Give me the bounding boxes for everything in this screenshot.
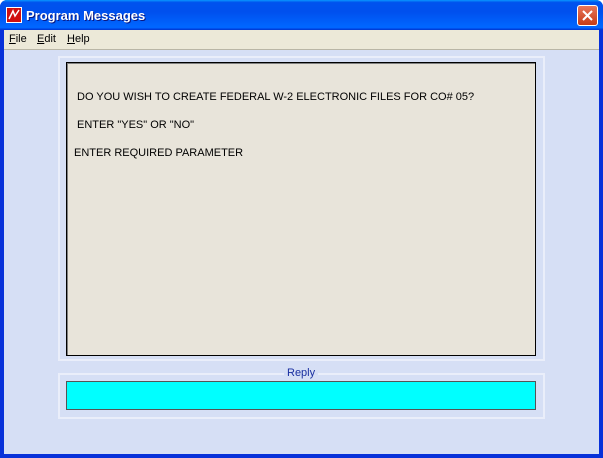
menu-edit-label: dit	[44, 33, 56, 45]
menu-edit[interactable]: Edit	[37, 33, 56, 45]
menu-file[interactable]: File	[9, 33, 27, 45]
app-icon[interactable]	[6, 7, 22, 23]
menu-bar: File Edit Help	[4, 30, 599, 50]
close-icon	[582, 10, 593, 21]
close-button[interactable]	[577, 5, 598, 26]
menu-file-label: ile	[15, 33, 27, 45]
window-title: Program Messages	[26, 8, 146, 23]
message-line: DO YOU WISH TO CREATE FEDERAL W-2 ELECTR…	[77, 91, 475, 103]
title-bar[interactable]: Program Messages	[0, 0, 603, 30]
reply-label: Reply	[284, 367, 319, 379]
message-line: ENTER REQUIRED PARAMETER	[74, 147, 244, 159]
message-line: ENTER "YES" OR "NO"	[77, 119, 195, 131]
menu-help-label: elp	[74, 33, 90, 45]
reply-input[interactable]	[66, 381, 536, 410]
menu-help-mnemonic: H	[67, 33, 75, 45]
program-messages-window: Program Messages File Edit Help DO YOU W…	[0, 0, 603, 458]
client-area: File Edit Help DO YOU WISH TO CREATE FED…	[4, 30, 599, 454]
menu-help[interactable]: Help	[67, 33, 90, 45]
menu-file-mnemonic: F	[9, 33, 16, 45]
message-panel: DO YOU WISH TO CREATE FEDERAL W-2 ELECTR…	[66, 62, 536, 356]
